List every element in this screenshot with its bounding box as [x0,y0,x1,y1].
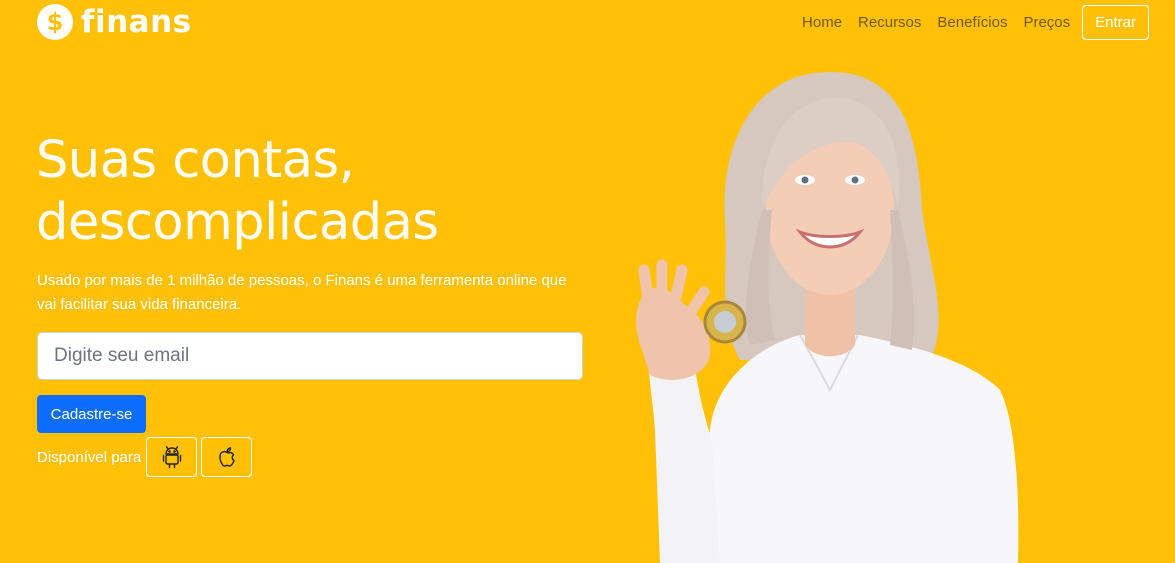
hero-photo [636,72,1019,563]
dollar-circle-icon: $ [37,4,73,40]
email-input[interactable] [37,332,583,380]
apple-icon [219,447,235,467]
android-icon [162,446,181,469]
nav-menu: Home Recursos Benefícios Preços Entrar [794,4,1149,40]
hero-title-line-2: descomplicadas [36,193,439,252]
available-label: Disponível para [37,448,142,466]
photo-shirt [695,335,1019,563]
nav-link-precos[interactable]: Preços [1015,14,1078,31]
nav-link-home[interactable]: Home [794,14,850,31]
signup-button[interactable]: Cadastre-se [37,395,146,433]
hero-subtitle: Usado por mais de 1 milhão de pessoas, o… [37,272,567,313]
brand-logo[interactable]: $ finans [37,4,192,40]
navbar: $ finans Home Recursos Benefícios Preços… [0,0,1175,46]
android-button[interactable] [146,437,198,477]
nav-link-beneficios[interactable]: Benefícios [929,14,1015,31]
apple-button[interactable] [201,437,253,477]
platform-availability: Disponível para [37,437,253,477]
hero-title-line-1: Suas contas, [36,131,355,190]
hero-title: Suas contas, descomplicadas [36,130,596,254]
nav-link-recursos[interactable]: Recursos [850,14,929,31]
brand-name: finans [81,4,192,40]
login-button[interactable]: Entrar [1082,4,1149,40]
